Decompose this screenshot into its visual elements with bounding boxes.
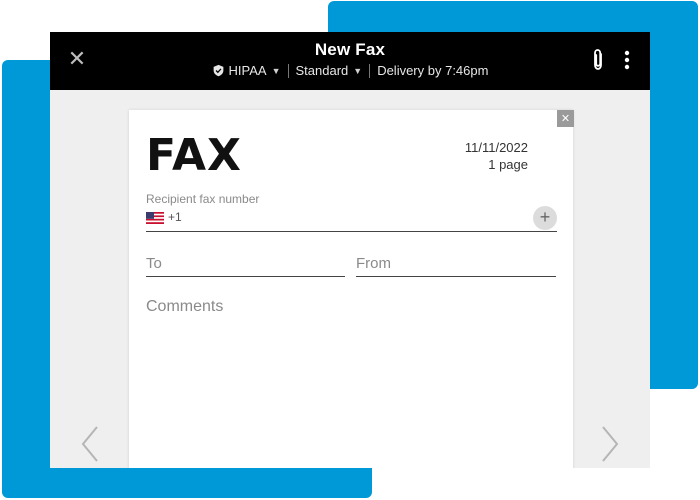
hipaa-label: HIPAA [228,63,267,78]
more-vertical-icon[interactable] [624,50,630,70]
quality-label: Standard [295,63,349,78]
add-recipient-button[interactable]: + [533,206,557,230]
fax-cover-page: ✕ FAX 11/11/2022 1 page Recipient fax nu… [129,110,574,468]
top-bar: ✕ New Fax HIPAA ▼ Standard ▼ Delivery by… [50,32,650,90]
to-field[interactable]: To [146,255,345,277]
fax-heading: FAX [146,130,242,181]
plus-icon: + [539,207,551,227]
to-placeholder: To [146,255,162,272]
recipient-fax-label: Recipient fax number [146,192,260,206]
fax-app-window: ✕ New Fax HIPAA ▼ Standard ▼ Delivery by… [50,32,650,468]
chevron-down-icon: ▼ [353,65,363,76]
paperclip-icon[interactable] [590,48,606,72]
shield-icon [213,64,223,77]
comments-placeholder: Comments [146,298,224,315]
from-placeholder: From [356,255,391,272]
fax-date: 11/11/2022 [464,140,528,155]
comments-field[interactable]: Comments [146,298,557,458]
page-title: New Fax [314,40,386,59]
us-flag-icon [146,212,164,224]
chevron-left-icon[interactable] [80,425,100,463]
hipaa-dropdown[interactable]: HIPAA ▼ [205,63,288,78]
delivery-time: Delivery by 7:46pm [370,63,495,78]
from-field[interactable]: From [356,255,556,277]
fax-options-bar: HIPAA ▼ Standard ▼ Delivery by 7:46pm [50,63,650,78]
recipient-fax-field[interactable]: +1 + [146,206,557,232]
delivery-label: Delivery by 7:46pm [377,63,489,78]
chevron-down-icon: ▼ [271,65,281,76]
close-icon[interactable]: ✕ [557,110,574,127]
quality-dropdown[interactable]: Standard ▼ [289,63,370,78]
page-count: 1 page [488,157,528,172]
country-code: +1 [168,210,182,224]
chevron-right-icon[interactable] [600,425,620,463]
